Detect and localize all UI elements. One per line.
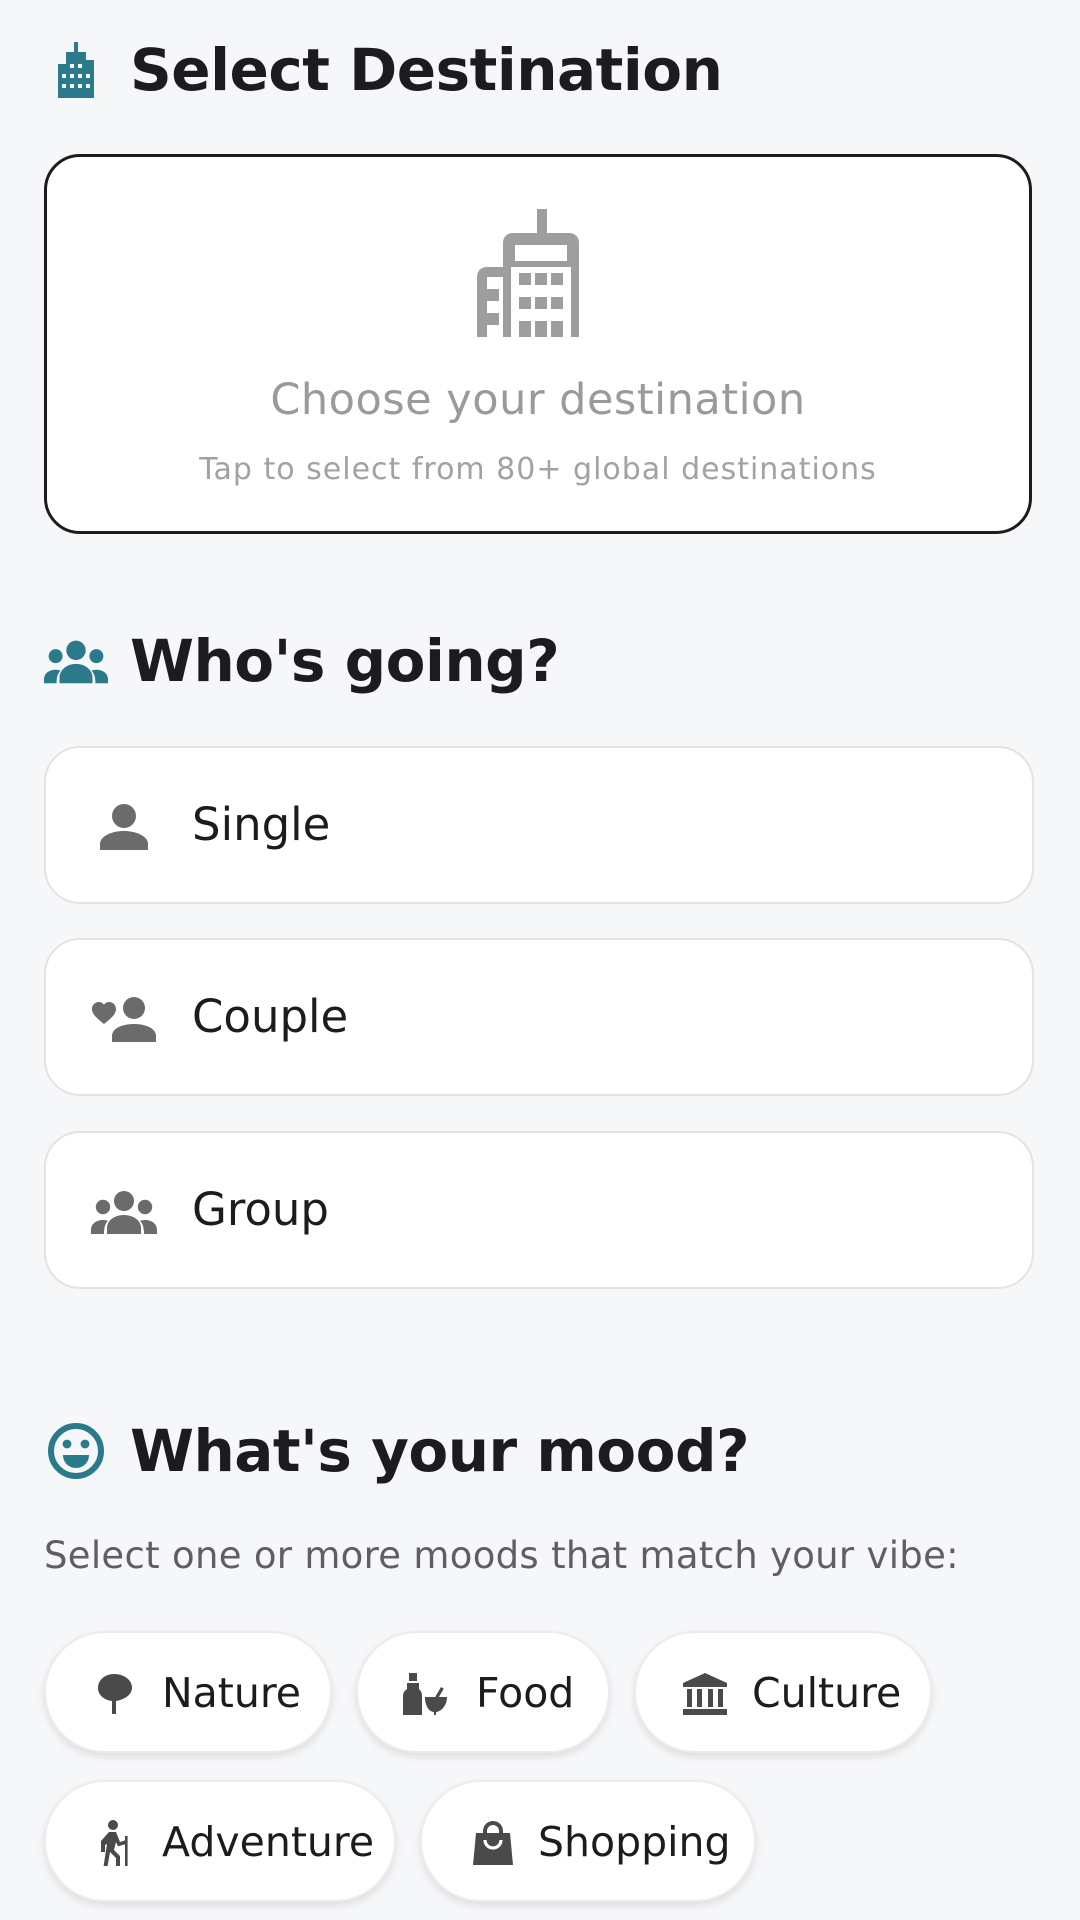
- shopping-bag-icon: [470, 1820, 516, 1866]
- mood-chip-shopping[interactable]: Shopping: [420, 1780, 756, 1902]
- groups-icon: [90, 1183, 158, 1241]
- option-couple-label: Couple: [192, 990, 349, 1043]
- mood-chip-food-label: Food: [476, 1669, 575, 1717]
- mood-chip-food[interactable]: Food: [356, 1631, 610, 1753]
- mood-hint-text: Select one or more moods that match your…: [44, 1534, 959, 1577]
- mood-chip-nature-label: Nature: [162, 1669, 302, 1717]
- mood-chip-culture[interactable]: Culture: [634, 1631, 932, 1753]
- who-heading: Who's going?: [130, 627, 560, 695]
- person-icon: [90, 798, 158, 856]
- mood-chip-nature[interactable]: Nature: [44, 1631, 332, 1753]
- mood-heading: What's your mood?: [130, 1417, 750, 1485]
- option-single[interactable]: Single: [44, 746, 1034, 904]
- tree-icon: [92, 1671, 138, 1717]
- option-group[interactable]: Group: [44, 1131, 1034, 1289]
- museum-icon: [682, 1671, 728, 1717]
- mood-chip-culture-label: Culture: [752, 1669, 902, 1717]
- option-couple[interactable]: Couple: [44, 938, 1034, 1096]
- groups-icon: [44, 629, 108, 693]
- destination-heading: Select Destination: [130, 36, 723, 104]
- food-icon: [402, 1671, 448, 1717]
- mood-chip-adventure-label: Adventure: [162, 1818, 375, 1866]
- destination-section-header: Select Destination: [44, 36, 723, 104]
- destination-card-subtitle: Tap to select from 80+ global destinatio…: [199, 452, 877, 487]
- city-icon: [477, 209, 605, 337]
- smiley-icon: [44, 1419, 108, 1483]
- destination-card-title: Choose your destination: [270, 375, 806, 425]
- destination-picker-card[interactable]: Choose your destination Tap to select fr…: [44, 154, 1032, 534]
- who-section-header: Who's going?: [44, 627, 560, 695]
- mood-chip-shopping-label: Shopping: [538, 1818, 731, 1866]
- hiking-icon: [92, 1820, 138, 1866]
- mood-section-header: What's your mood?: [44, 1417, 750, 1485]
- option-single-label: Single: [192, 798, 331, 851]
- mood-chip-adventure[interactable]: Adventure: [44, 1780, 396, 1902]
- heart-person-icon: [90, 990, 158, 1048]
- option-group-label: Group: [192, 1183, 329, 1236]
- city-icon: [44, 38, 108, 102]
